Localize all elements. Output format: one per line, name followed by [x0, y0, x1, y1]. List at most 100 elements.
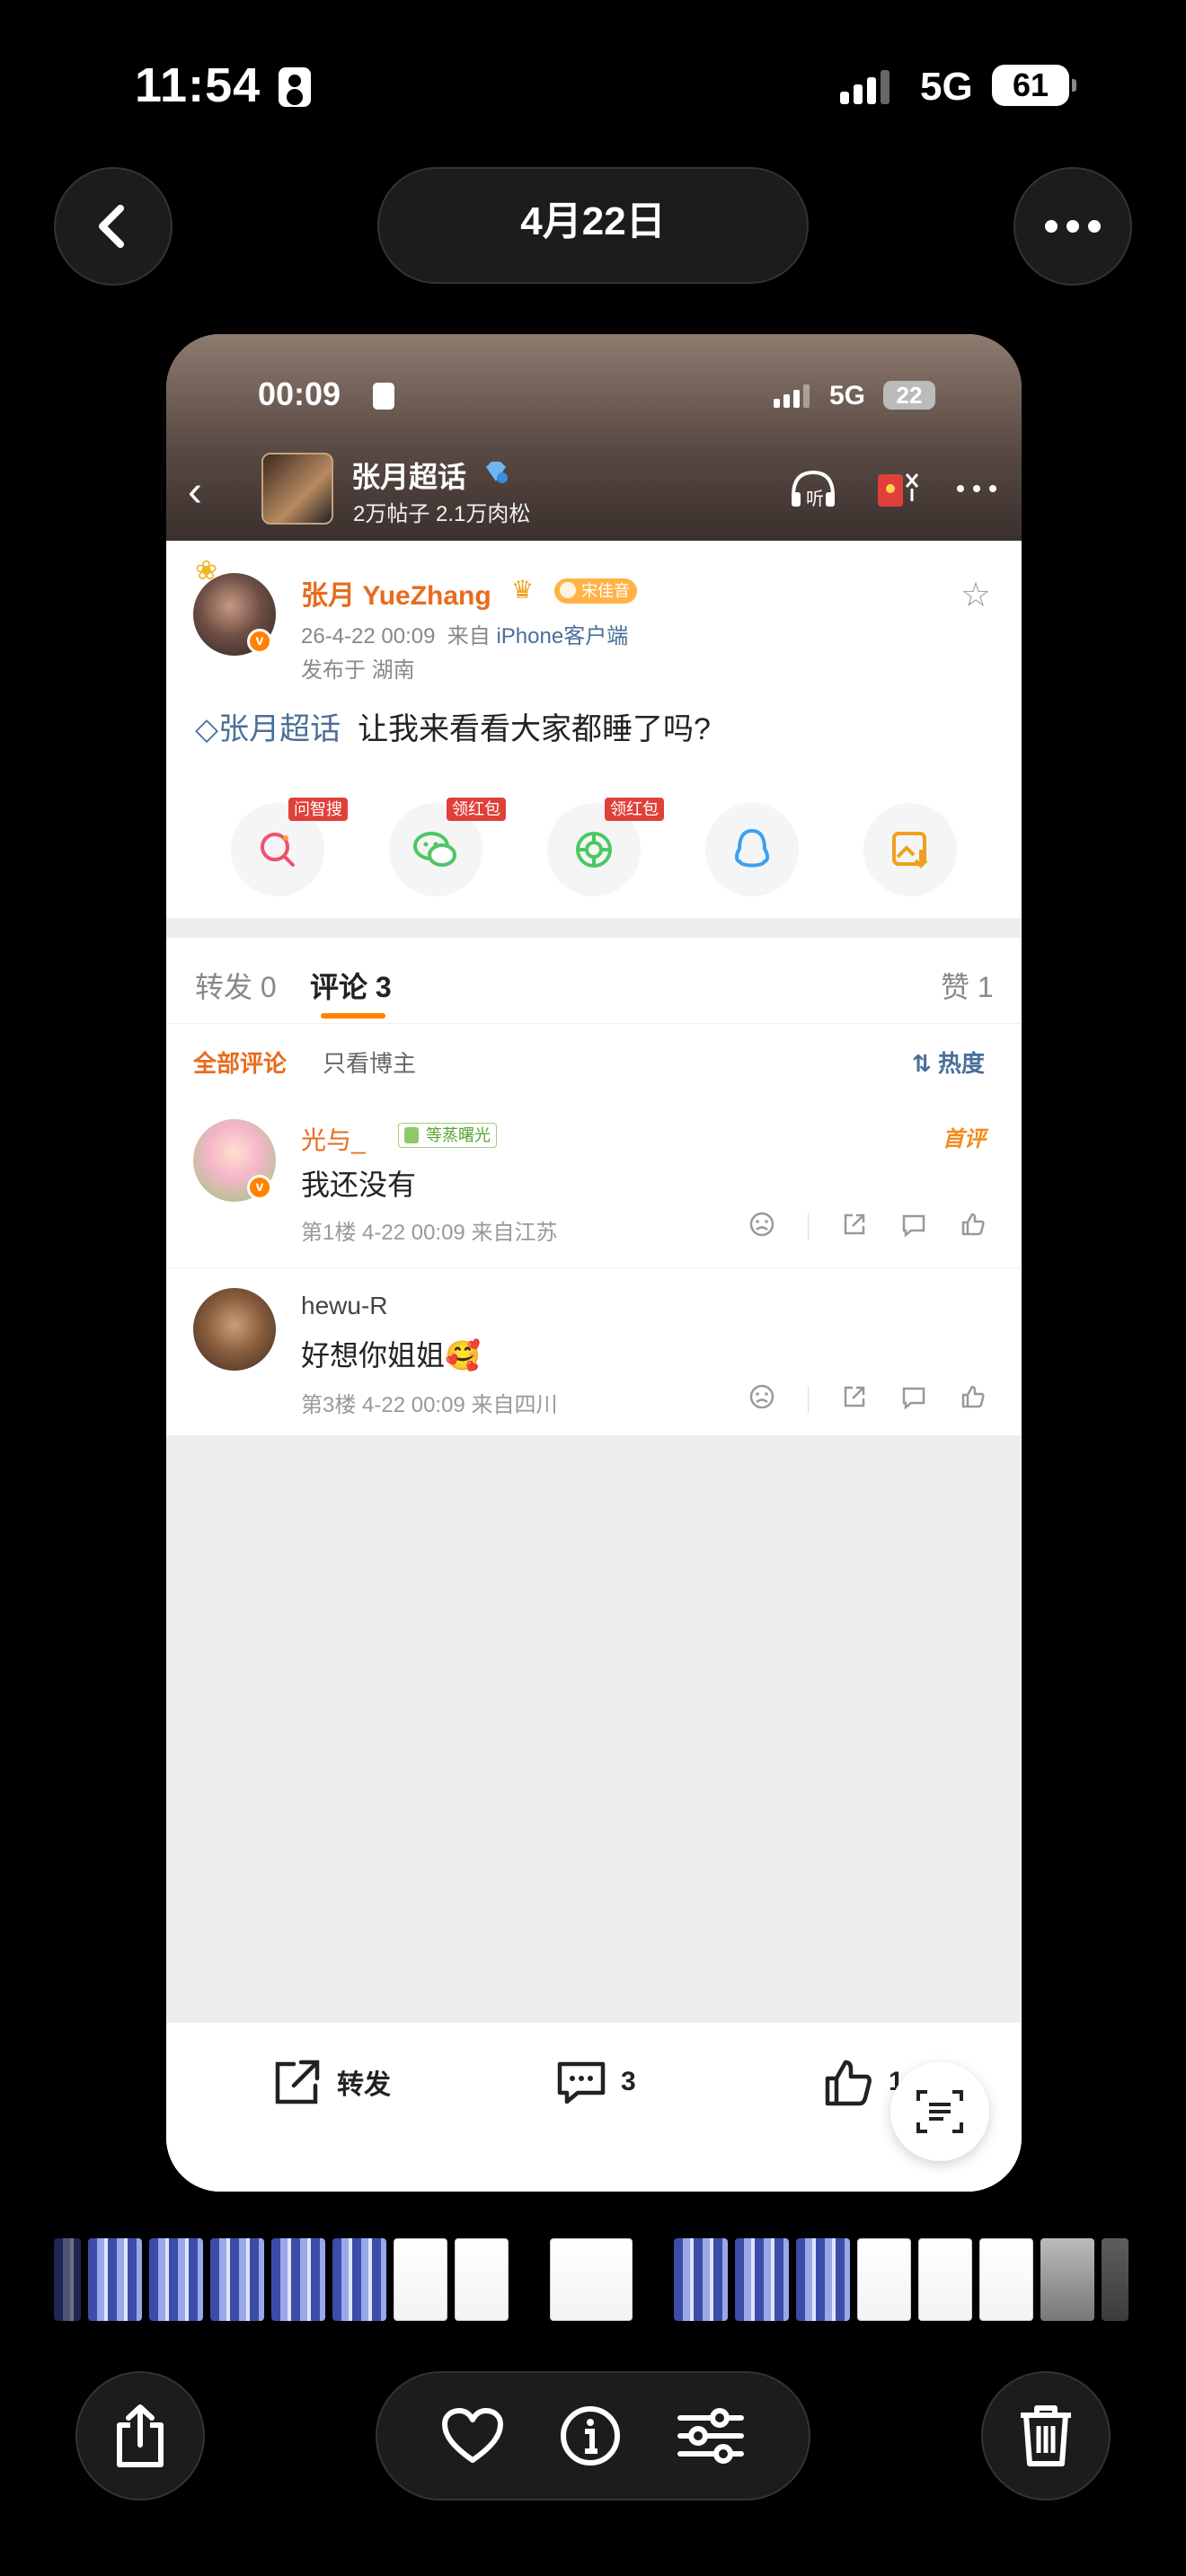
share-icon[interactable] — [841, 1211, 868, 1242]
share-row: 问智搜 领红包 领红包 — [166, 798, 1022, 902]
screenshot-preview[interactable]: 00:09 5G 22 ‹ 张月超话 2万帖子 2.1万肉松 听 ❀ v 张月 … — [166, 334, 1022, 2192]
back-button[interactable] — [54, 167, 173, 286]
section-divider — [166, 918, 1022, 938]
thumbnail[interactable] — [918, 2238, 972, 2321]
interaction-tabs: 转发 0 评论 3 赞 1 — [166, 938, 1022, 1024]
listen-icon: 听 — [786, 463, 840, 514]
comment-meta: 第1楼 4-22 00:09 来自江苏 — [301, 1221, 558, 1245]
comment-icon — [557, 2061, 606, 2104]
fan-level-badge: 等蒸曙光 — [398, 1123, 497, 1148]
chevron-left-icon — [99, 205, 124, 248]
thumbnail[interactable] — [88, 2238, 142, 2321]
battery-level: 61 — [992, 65, 1076, 106]
verified-badge-icon: v — [247, 629, 272, 654]
photo-actions-group — [376, 2371, 810, 2501]
thumbnail[interactable] — [271, 2238, 325, 2321]
thumbnail[interactable] — [394, 2238, 447, 2321]
thumbs-up-icon — [825, 2060, 872, 2106]
thumbnail[interactable] — [979, 2238, 1033, 2321]
like-icon[interactable] — [960, 1383, 987, 1415]
commenter-name[interactable]: 光与_ — [301, 1121, 366, 1157]
comment-button[interactable]: 3 — [554, 2057, 636, 2107]
share-search-button[interactable]: 问智搜 — [231, 798, 348, 896]
favorite-star-icon[interactable]: ☆ — [960, 575, 991, 615]
like-icon[interactable] — [960, 1211, 987, 1242]
tab-comments[interactable]: 评论 3 — [310, 965, 392, 1006]
comment-actions — [748, 1211, 987, 1242]
share-moments-button[interactable]: 领红包 — [547, 798, 664, 896]
thumbnail[interactable] — [149, 2238, 203, 2321]
filter-owner-only[interactable]: 只看博主 — [323, 1045, 416, 1079]
repost-icon — [275, 2060, 320, 2104]
verified-badge-icon: v — [247, 1175, 272, 1200]
post-location: 发布于 湖南 — [301, 658, 415, 683]
commenter-name[interactable]: hewu-R — [301, 1292, 387, 1320]
first-comment-badge: 首评 — [943, 1127, 986, 1151]
inner-time: 00:09 — [258, 375, 341, 412]
red-packet-icon — [869, 463, 923, 514]
post-card: ❀ v 张月 YueZhang ♛ 宋佳音 26-4-22 00:09 来自 i… — [166, 541, 1022, 918]
post-meta: 26-4-22 00:09 来自 iPhone客户端 — [301, 624, 629, 648]
thumbnail[interactable] — [332, 2238, 386, 2321]
repost-button[interactable]: 转发 — [270, 2057, 391, 2107]
thumbnail[interactable] — [1040, 2238, 1094, 2321]
commenter-avatar[interactable] — [193, 1288, 276, 1371]
thumbnail[interactable] — [1102, 2238, 1128, 2321]
crown-icon: ♛ — [511, 576, 535, 604]
share-wechat-button[interactable]: 领红包 — [389, 798, 506, 896]
thumbnail-strip[interactable] — [54, 2238, 1132, 2321]
share-icon[interactable] — [841, 1383, 868, 1415]
thumbnail[interactable] — [796, 2238, 850, 2321]
save-image-icon — [892, 832, 928, 869]
tab-likes[interactable]: 赞 1 — [941, 965, 994, 1006]
fan-badge: 宋佳音 — [554, 578, 637, 604]
sort-by-popularity[interactable]: ⇅ 热度 — [912, 1045, 985, 1079]
post-device[interactable]: iPhone客户端 — [496, 624, 628, 648]
share-button[interactable] — [75, 2371, 205, 2501]
comment-filter-bar: 全部评论 只看博主 ⇅ 热度 — [166, 1024, 1022, 1096]
reply-icon[interactable] — [900, 1383, 927, 1415]
more-options-button[interactable] — [1013, 167, 1132, 286]
topic-back-icon: ‹ — [188, 468, 202, 516]
share-qq-button[interactable] — [705, 803, 799, 896]
moments-icon — [576, 832, 612, 868]
inner-focus-icon — [373, 383, 394, 410]
comment-meta: 第3楼 4-22 00:09 来自四川 — [301, 1393, 558, 1417]
favorite-heart-button[interactable] — [441, 2408, 504, 2464]
delete-button[interactable] — [981, 2371, 1111, 2501]
inner-network-type: 5G — [829, 381, 866, 410]
dislike-icon[interactable] — [748, 1211, 775, 1242]
comment-text: 我还没有 — [301, 1169, 417, 1201]
sort-icon: ⇅ — [912, 1050, 932, 1077]
filter-all-comments[interactable]: 全部评论 — [193, 1045, 287, 1079]
topic-avatar — [261, 453, 333, 525]
thumbnail[interactable] — [210, 2238, 264, 2321]
thumbnail[interactable] — [455, 2238, 509, 2321]
thumbnail-current[interactable] — [550, 2238, 633, 2321]
author-name[interactable]: 张月 YueZhang — [301, 573, 491, 613]
thumbnail[interactable] — [54, 2238, 81, 2321]
topic-header: 00:09 5G 22 ‹ 张月超话 2万帖子 2.1万肉松 听 — [166, 334, 1022, 541]
cellular-signal-icon — [840, 70, 890, 104]
dislike-icon[interactable] — [748, 1383, 775, 1415]
thumbnail[interactable] — [857, 2238, 911, 2321]
topic-tag[interactable]: ◇张月超话 — [195, 712, 341, 746]
adjust-button[interactable] — [677, 2407, 745, 2465]
info-button[interactable] — [559, 2404, 622, 2467]
focus-person-icon — [279, 67, 311, 107]
inner-battery-level: 22 — [883, 381, 935, 410]
qq-icon — [735, 828, 769, 868]
thumbnail[interactable] — [674, 2238, 728, 2321]
save-image-button[interactable] — [863, 803, 957, 896]
system-time: 11:54 — [135, 58, 261, 112]
trash-icon — [1021, 2405, 1071, 2466]
photo-date-title: 4月22日 — [377, 167, 809, 284]
scan-text-button[interactable] — [890, 2062, 989, 2161]
share-tag-search: 问智搜 — [288, 798, 348, 821]
topic-more-icon — [950, 463, 1004, 514]
thumbnail[interactable] — [735, 2238, 789, 2321]
system-status-bar: 11:54 5G 61 — [0, 0, 1186, 180]
comment-item: hewu-R 好想你姐姐🥰 第3楼 4-22 00:09 来自四川 — [166, 1268, 1022, 1435]
reply-icon[interactable] — [900, 1211, 927, 1242]
tab-repost[interactable]: 转发 0 — [195, 965, 277, 1006]
